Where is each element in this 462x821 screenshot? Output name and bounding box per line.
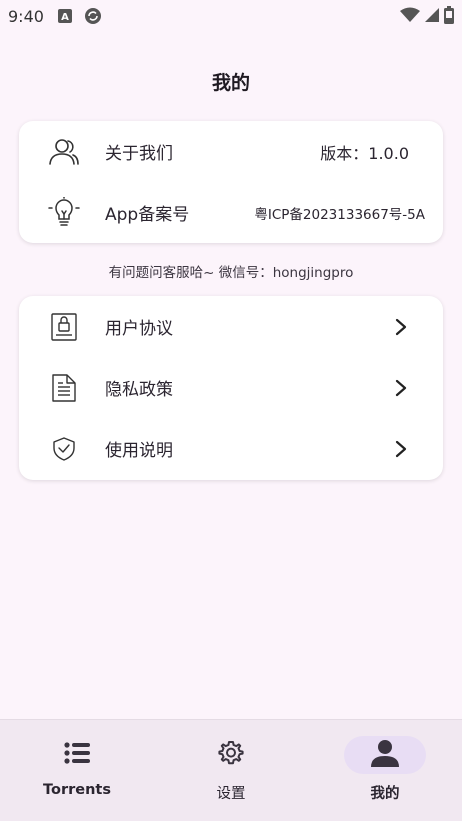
sync-icon	[84, 7, 102, 25]
chevron-right-icon	[393, 439, 409, 459]
privacy-policy-row[interactable]: 隐私政策	[19, 357, 443, 418]
battery-icon	[444, 6, 454, 24]
usage-guide-label: 使用说明	[105, 441, 173, 461]
nav-icon-container	[36, 736, 118, 774]
user-agreement-row[interactable]: 用户协议	[19, 296, 443, 357]
about-us-row[interactable]: 关于我们 版本：1.0.0	[19, 121, 443, 182]
status-time: 9:40	[8, 6, 44, 26]
nav-icon-container-active	[344, 736, 426, 774]
lightbulb-icon	[47, 196, 81, 230]
font-a-icon: A	[57, 9, 72, 23]
nav-label-torrents: Torrents	[43, 782, 111, 798]
bottom-nav: Torrents 设置 我的	[0, 719, 462, 821]
gear-icon	[218, 740, 244, 770]
contact-note: 有问题问客服哈~ 微信号：hongjingpro	[108, 265, 354, 281]
status-bar: 9:40 A	[0, 0, 462, 32]
people-icon	[47, 135, 81, 169]
icp-record-value: 粤ICP备2023133667号-5A	[254, 206, 425, 223]
user-agreement-label: 用户协议	[105, 319, 173, 339]
signal-icon	[424, 7, 440, 23]
about-card: 关于我们 版本：1.0.0 App备案号 粤ICP备2023133667号-5A	[19, 121, 443, 243]
app-record-label: App备案号	[105, 205, 190, 225]
nav-icon-container	[190, 736, 272, 774]
list-icon	[64, 742, 90, 768]
wifi-icon	[400, 7, 420, 23]
nav-item-settings[interactable]: 设置	[154, 720, 308, 821]
page-title: 我的	[211, 72, 250, 94]
nav-label-settings: 设置	[216, 786, 246, 802]
about-us-label: 关于我们	[105, 144, 173, 164]
usage-guide-row[interactable]: 使用说明	[19, 418, 443, 479]
version-value: 版本：1.0.0	[320, 143, 409, 163]
shield-check-icon	[47, 432, 81, 466]
agreement-icon	[47, 310, 81, 344]
app-record-row[interactable]: App备案号 粤ICP备2023133667号-5A	[19, 182, 443, 243]
nav-label-mine: 我的	[370, 786, 400, 802]
nav-item-torrents[interactable]: Torrents	[0, 720, 154, 821]
privacy-policy-label: 隐私政策	[105, 380, 173, 400]
document-icon	[47, 371, 81, 405]
nav-item-mine[interactable]: 我的	[308, 720, 462, 821]
chevron-right-icon	[393, 378, 409, 398]
svg-text:A: A	[61, 12, 69, 23]
policy-card: 用户协议 隐私政策 使用说明	[19, 296, 443, 480]
person-icon	[370, 739, 400, 771]
chevron-right-icon	[393, 317, 409, 337]
